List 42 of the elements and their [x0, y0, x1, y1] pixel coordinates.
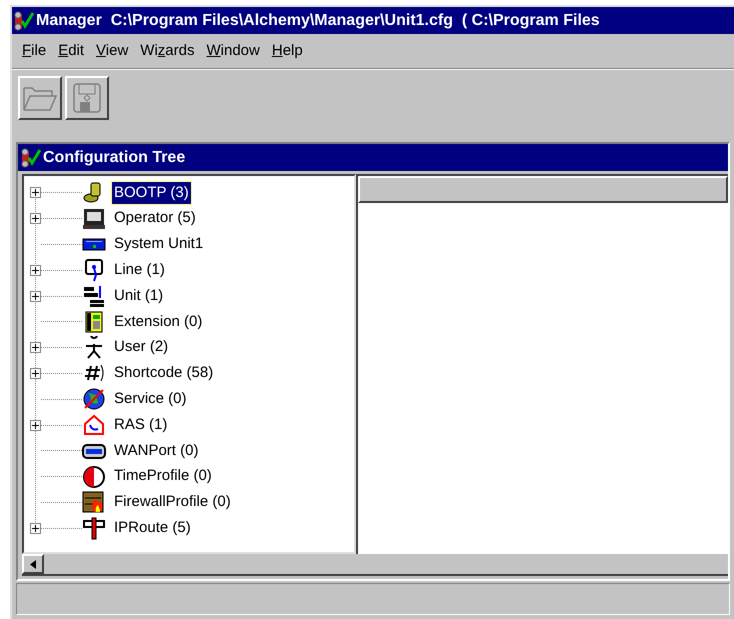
expand-box-icon[interactable]: [30, 522, 41, 534]
globe-icon: [82, 387, 106, 412]
tree-item[interactable]: Shortcode (58): [112, 362, 216, 385]
menu-item[interactable]: Wizards: [134, 40, 200, 62]
menu-item[interactable]: Window: [200, 40, 266, 62]
menu-item[interactable]: File: [16, 40, 52, 62]
tree-item[interactable]: System Unit1: [112, 233, 206, 256]
tree-item[interactable]: RAS (1): [112, 414, 170, 436]
expand-box-icon[interactable]: [30, 290, 41, 302]
signpost-icon: [82, 516, 106, 540]
expand-box-icon[interactable]: [30, 264, 41, 276]
tree-item[interactable]: BOOTP (3): [112, 182, 191, 204]
tree-item[interactable]: TimeProfile (0): [112, 465, 214, 488]
tree-item[interactable]: Line (1): [112, 259, 167, 282]
tree-item[interactable]: WANPort (0): [112, 440, 200, 462]
app-logo-icon: [21, 148, 41, 168]
expand-box-icon[interactable]: [30, 368, 41, 379]
tree-item[interactable]: Extension (0): [112, 310, 204, 334]
stacked-units-icon: [82, 284, 106, 308]
tree-item[interactable]: FirewallProfile (0): [112, 491, 233, 514]
menu-item[interactable]: Help: [266, 40, 309, 62]
tree-item[interactable]: IPRoute (5): [112, 517, 193, 540]
child-window-title: Configuration Tree: [43, 148, 186, 168]
wall-socket-icon: [82, 258, 106, 282]
left-triangle-icon: [30, 560, 36, 568]
monitor-icon: [82, 206, 106, 231]
window-title: Manager C:\Program Files\Alchemy\Manager\Unit1.cfg ( C:\Program Files: [36, 10, 600, 30]
tree-item[interactable]: Operator (5): [112, 207, 198, 230]
tree-item[interactable]: User (2): [112, 336, 170, 359]
scroll-left-button[interactable]: [22, 554, 44, 574]
app-logo-icon: [14, 10, 34, 30]
tree-item[interactable]: Service (0): [112, 388, 189, 411]
tree-item[interactable]: Unit (1): [112, 284, 166, 308]
menu-item[interactable]: View: [90, 40, 134, 62]
expand-box-icon[interactable]: [30, 342, 41, 354]
menu-item[interactable]: Edit: [52, 40, 90, 62]
clock-icon: [82, 464, 106, 489]
expand-box-icon[interactable]: [30, 213, 41, 224]
firewall-icon: [82, 490, 106, 514]
expand-box-icon[interactable]: [30, 187, 41, 198]
house-icon: [82, 413, 106, 438]
expand-box-icon[interactable]: [30, 420, 41, 431]
